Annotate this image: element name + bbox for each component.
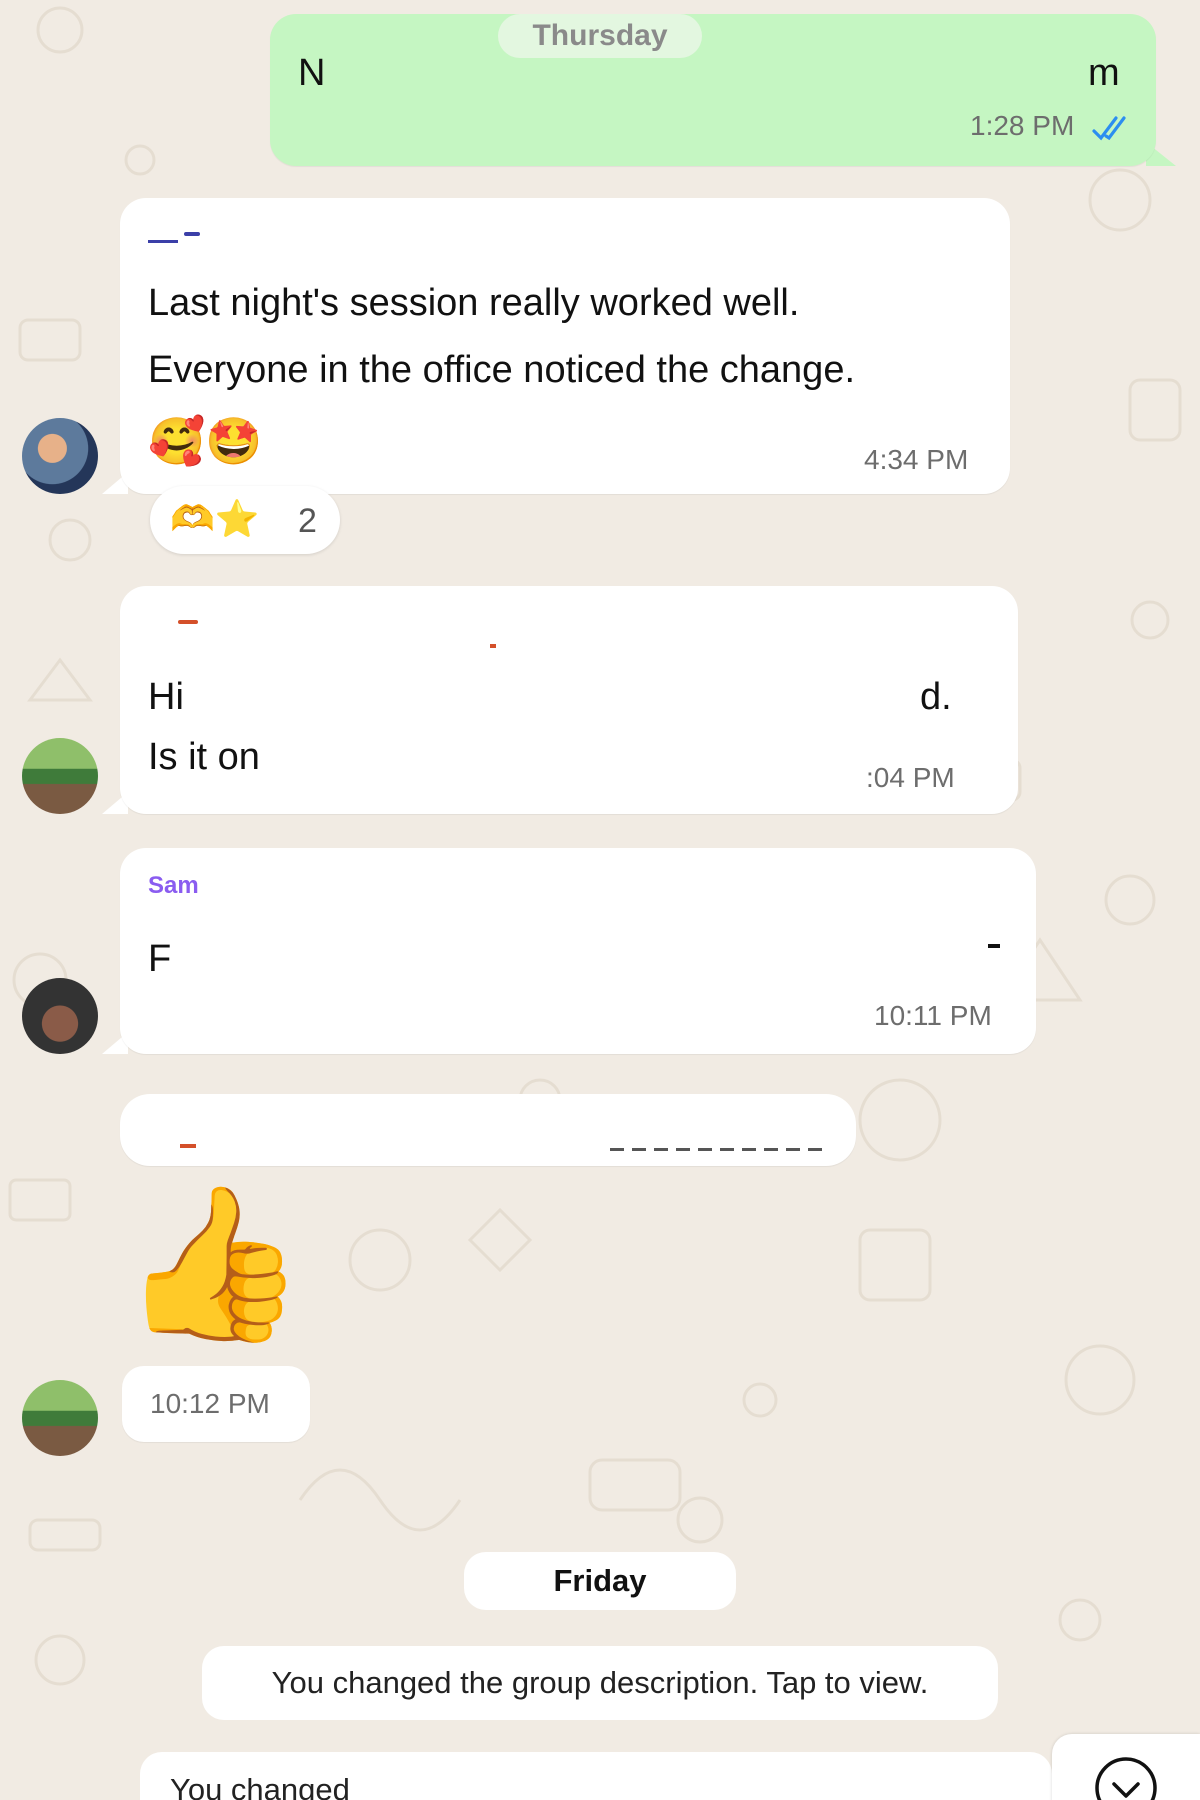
day-separator-thursday: Thursday (498, 14, 702, 58)
outgoing-message-text-end: m (1088, 52, 1120, 94)
avatar[interactable] (22, 978, 98, 1054)
reaction-pill[interactable]: 🫶⭐ 2 (150, 486, 340, 554)
message-line-fragment (610, 1148, 830, 1151)
sender-name-redaction-marks (180, 1144, 196, 1148)
incoming-message-bubble[interactable]: Hi d. Is it on :04 PM (120, 586, 1018, 814)
scroll-to-bottom-button[interactable] (1052, 1734, 1200, 1800)
system-message-description-changed[interactable]: You changed the group description. Tap t… (202, 1646, 998, 1720)
sender-name-redaction-marks (184, 232, 200, 236)
message-time: 10:12 PM (150, 1388, 270, 1419)
day-label: Thursday (532, 19, 668, 52)
avatar[interactable] (22, 418, 98, 494)
avatar[interactable] (22, 1380, 98, 1456)
message-line-fragment (988, 944, 1000, 948)
sender-name-redaction-marks (148, 240, 178, 243)
system-message-partial[interactable]: You changed (140, 1752, 1052, 1800)
sticker-time-pill: 10:12 PM (122, 1366, 310, 1442)
outgoing-message-text-start: N (298, 52, 326, 94)
message-line: Last night's session really worked well. (148, 282, 800, 324)
redacted-text (330, 60, 1080, 116)
day-label: Friday (553, 1563, 647, 1598)
incoming-message-bubble[interactable]: Sam F 10:11 PM (120, 848, 1036, 1054)
emoji-line: 🥰🤩 (148, 415, 263, 467)
sender-name-redaction-marks (178, 620, 198, 624)
sticker[interactable]: 👍 (120, 1178, 307, 1348)
message-line: d. (920, 676, 952, 718)
message-time: 4:34 PM (864, 444, 969, 475)
message-line: Everyone in the office noticed the chang… (148, 349, 856, 391)
message-time: 10:11 PM (874, 1000, 992, 1031)
reaction-emojis: 🫶⭐ (170, 498, 260, 539)
sender-name-redaction-marks (490, 644, 496, 648)
message-line: Hi (148, 676, 184, 718)
sender-name: Sam (148, 872, 199, 899)
reaction-count: 2 (298, 502, 317, 540)
system-message-text: You changed (170, 1772, 350, 1800)
system-message-text: You changed the group description. Tap t… (271, 1665, 929, 1700)
message-line: F (148, 938, 172, 980)
outgoing-message-bubble[interactable]: N m 1:28 PM (270, 14, 1156, 166)
message-time: :04 PM (866, 762, 955, 793)
message-line: Is it on (148, 736, 260, 778)
day-separator-friday: Friday (464, 1552, 736, 1610)
incoming-message-bubble[interactable] (120, 1094, 856, 1166)
avatar[interactable] (22, 738, 98, 814)
redacted-text (184, 932, 984, 1002)
double-check-read-icon (1092, 116, 1126, 141)
message-time: 1:28 PM (970, 110, 1075, 141)
redacted-text (200, 670, 910, 730)
chevron-down-icon (1095, 1757, 1157, 1800)
incoming-message-bubble[interactable]: Last night's session really worked well.… (120, 198, 1010, 494)
